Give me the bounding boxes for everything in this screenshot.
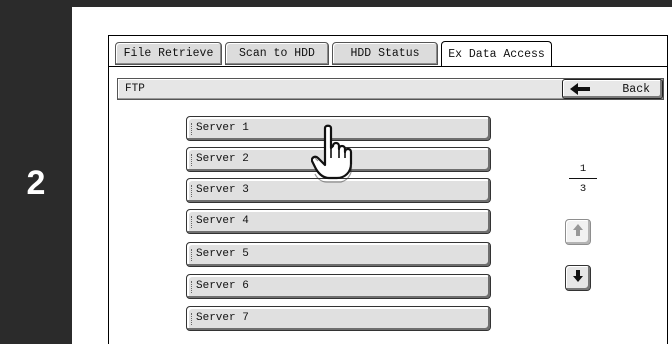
tab-baseline-left (109, 66, 559, 67)
server-label: Server 4 (196, 215, 249, 227)
button-tick (191, 313, 193, 325)
page-down-button[interactable] (565, 265, 591, 291)
page-total: 3 (579, 183, 587, 195)
pointing-hand-icon (310, 124, 363, 189)
button-tick (191, 154, 193, 166)
back-label: Back (622, 83, 650, 96)
server-label: Server 6 (196, 280, 249, 292)
server-label: Server 3 (196, 184, 249, 196)
top-rule (0, 0, 672, 7)
path-label: FTP (125, 83, 145, 95)
button-tick (191, 249, 193, 261)
page-indicator: 1 3 (569, 163, 597, 195)
arrow-down-icon (572, 269, 584, 288)
step-number: 2 (26, 164, 46, 202)
arrow-left-icon (569, 82, 591, 101)
button-tick (191, 185, 193, 197)
page-up-button[interactable] (565, 219, 591, 245)
button-tick (191, 216, 193, 228)
button-tick (191, 281, 193, 293)
page-divider (569, 178, 597, 179)
back-button[interactable]: Back (562, 79, 663, 99)
tab-scan-to-hdd[interactable]: Scan to HDD (225, 42, 329, 65)
tab-file-retrieve[interactable]: File Retrieve (115, 42, 222, 65)
button-tick (191, 123, 193, 135)
tab-ex-data-access[interactable]: Ex Data Access (441, 41, 552, 66)
server-button-6[interactable]: Server 6 (186, 274, 491, 299)
server-label: Server 2 (196, 153, 249, 165)
server-button-4[interactable]: Server 4 (186, 209, 491, 234)
server-label: Server 5 (196, 248, 249, 260)
step-sidebar: 2 (0, 7, 72, 344)
server-button-7[interactable]: Server 7 (186, 306, 491, 331)
page-current: 1 (579, 163, 587, 175)
server-label: Server 7 (196, 312, 249, 324)
arrow-up-icon (572, 223, 584, 242)
server-button-5[interactable]: Server 5 (186, 242, 491, 267)
tab-bar: File Retrieve Scan to HDD HDD Status Ex … (115, 41, 555, 66)
tab-hdd-status[interactable]: HDD Status (332, 42, 438, 65)
tab-baseline-right (558, 66, 668, 67)
server-label: Server 1 (196, 122, 249, 134)
